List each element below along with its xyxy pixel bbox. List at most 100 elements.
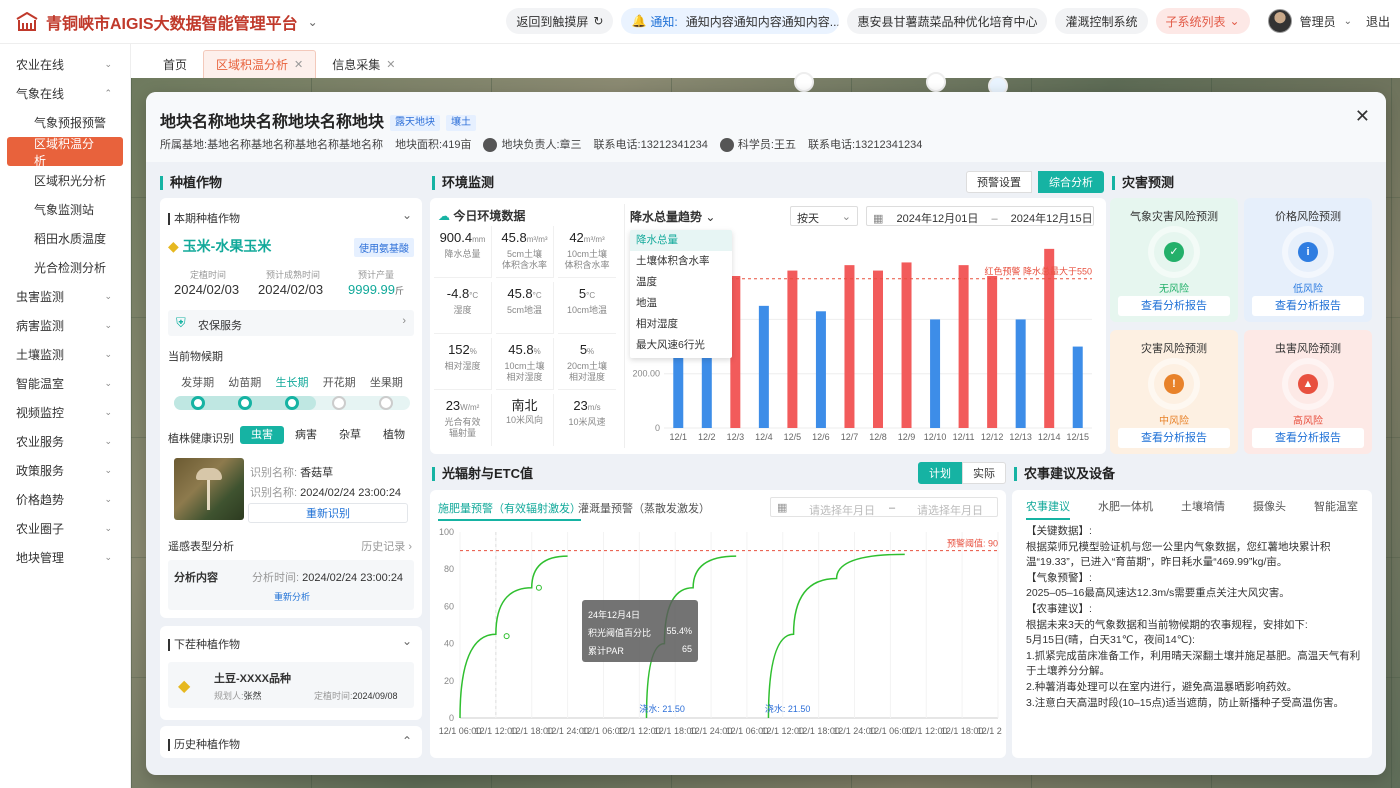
view-report-button[interactable]: 查看分析报告 — [1118, 428, 1230, 448]
chevron-icon: ⌄ — [104, 349, 112, 359]
health-tab[interactable]: 杂草 — [328, 426, 372, 444]
fertilizer-button[interactable]: 使用氨基酸 — [354, 238, 414, 257]
logout-button[interactable]: 退出 — [1366, 13, 1390, 30]
bar[interactable] — [787, 270, 798, 428]
bar[interactable] — [1015, 319, 1026, 428]
period-select[interactable]: 按天 ⌄ — [790, 206, 858, 226]
tab-bar: 首页 区域积温分析 ✕ 信息采集 ✕ — [131, 44, 1400, 78]
map-marker[interactable] — [926, 72, 946, 92]
health-tab[interactable]: 植物 — [372, 426, 416, 444]
dropdown-option[interactable]: 地温 — [630, 293, 732, 314]
sidebar-item[interactable]: 区域积光分析 — [0, 166, 130, 195]
logo[interactable]: 青铜峡市AIGIS大数据智能管理平台 ⌄ — [16, 10, 318, 34]
close-icon[interactable]: ✕ — [294, 58, 303, 71]
data-point[interactable] — [503, 633, 510, 640]
avatar[interactable] — [1267, 9, 1292, 33]
sidebar-item[interactable]: 农业在线 ⌄ — [0, 50, 130, 79]
phase-dot[interactable] — [237, 396, 252, 410]
health-tab[interactable]: 虫害 — [240, 426, 284, 444]
close-icon[interactable]: ✕ — [1355, 106, 1370, 127]
advice-tab[interactable]: 摄像头 — [1253, 498, 1286, 520]
sidebar-item[interactable]: 价格趋势 ⌄ — [0, 485, 130, 514]
date-range-picker[interactable]: ▦ 2024年12月01日 – 2024年12月15日 — [866, 206, 1094, 226]
sidebar-item[interactable]: 地块管理 ⌄ — [0, 543, 130, 572]
subsystem-list-button[interactable]: 子系统列表 ⌄ — [1155, 8, 1250, 34]
sidebar-item[interactable]: 农业圈子 ⌄ — [0, 514, 130, 543]
advice-tab[interactable]: 智能温室 — [1314, 498, 1358, 520]
history-link[interactable]: 历史记录 › — [361, 538, 412, 554]
advice-tab[interactable]: 农事建议 — [1026, 498, 1070, 520]
bar[interactable] — [1072, 346, 1083, 428]
irrigation-system-button[interactable]: 灌溉控制系统 — [1055, 8, 1148, 34]
close-icon[interactable]: ✕ — [386, 58, 395, 71]
chevron-down-icon[interactable]: ⌄ — [308, 15, 318, 29]
sidebar-item[interactable]: 视频监控 ⌄ — [0, 398, 130, 427]
collapse-icon[interactable]: ⌄ — [402, 634, 412, 648]
sidebar-item[interactable]: 稻田水质温度 — [0, 224, 130, 253]
view-report-button[interactable]: 查看分析报告 — [1252, 428, 1364, 448]
tab[interactable]: 区域积温分析 ✕ — [203, 50, 317, 78]
expand-icon[interactable]: ⌃ — [402, 734, 412, 748]
plant-photo[interactable] — [174, 458, 244, 520]
bar[interactable] — [958, 265, 969, 428]
advice-tabs: 农事建议 水肥一体机 土壤墒情 摄像头 智能温室 — [1012, 498, 1372, 520]
bar[interactable] — [758, 305, 769, 428]
advice-tab[interactable]: 土壤墒情 — [1181, 498, 1225, 520]
phase-dot[interactable] — [285, 396, 299, 410]
sidebar-item[interactable]: 农业服务 ⌄ — [0, 427, 130, 456]
tab[interactable]: 信息采集 ✕ — [320, 50, 407, 78]
plan-tab[interactable]: 计划 — [918, 462, 962, 484]
comprehensive-analysis-button[interactable]: 综合分析 — [1038, 171, 1104, 193]
data-point[interactable] — [535, 584, 542, 591]
dropdown-option[interactable]: 温度 — [630, 272, 732, 293]
irrigation-warning-tab[interactable]: 灌溉量预警（蒸散发激发） — [578, 500, 710, 516]
dropdown-option[interactable]: 相对湿度 — [630, 314, 732, 335]
corn-icon: ◆ — [168, 238, 179, 254]
trend-selector[interactable]: 降水总量趋势 ⌄ — [630, 208, 715, 225]
chevron-down-icon[interactable]: ⌄ — [1344, 16, 1352, 27]
bar[interactable] — [873, 270, 883, 428]
corn-icon: ◆ — [178, 678, 191, 695]
sidebar-item[interactable]: 气象监测站 — [0, 195, 130, 224]
re-analyze-link[interactable]: 重新分析 — [274, 590, 310, 603]
actual-tab[interactable]: 实际 — [962, 462, 1006, 484]
sidebar-item[interactable]: 气象预报预警 — [0, 108, 130, 137]
insurance-service-row[interactable]: ⛨ 农保服务 › — [168, 310, 414, 336]
health-tab[interactable]: 病害 — [284, 426, 328, 444]
view-report-button[interactable]: 查看分析报告 — [1252, 296, 1364, 316]
sidebar-item[interactable]: 土壤监测 ⌄ — [0, 340, 130, 369]
org-selector[interactable]: 惠安县甘薯蔬菜品种优化培育中心 — [847, 8, 1048, 34]
collapse-icon[interactable]: ⌄ — [402, 208, 412, 222]
env-cell: 南北 10米风向 — [496, 394, 554, 446]
end-date-input[interactable]: 请选择年月日 — [917, 502, 983, 518]
re-identify-button[interactable]: 重新识别 — [248, 503, 408, 523]
bar[interactable] — [815, 311, 826, 428]
sidebar-item[interactable]: 病害监测 ⌄ — [0, 311, 130, 340]
start-date-input[interactable]: 请选择年月日 — [809, 502, 875, 518]
sidebar-item[interactable]: 智能温室 ⌄ — [0, 369, 130, 398]
map-marker[interactable] — [794, 72, 814, 92]
bar[interactable] — [930, 319, 941, 428]
advice-tab[interactable]: 水肥一体机 — [1098, 498, 1153, 520]
dropdown-option[interactable]: 降水总量 — [630, 230, 732, 251]
sidebar-item[interactable]: 区域积温分析 — [7, 137, 123, 168]
notice-bar[interactable]: 🔔 通知: 通知内容通知内容通知内容... — [621, 8, 840, 34]
sidebar-item[interactable]: 光合检测分析 — [0, 253, 130, 282]
sidebar-item[interactable]: 政策服务 ⌄ — [0, 456, 130, 485]
sidebar-item[interactable]: 虫害监测 ⌄ — [0, 282, 130, 311]
bar[interactable] — [844, 265, 855, 428]
user-name[interactable]: 管理员 — [1300, 13, 1336, 30]
back-to-touchscreen-button[interactable]: 返回到触摸屏 ↻ — [506, 8, 614, 34]
calendar-icon: ▦ — [777, 502, 788, 514]
bar[interactable] — [901, 262, 912, 428]
sidebar-item[interactable]: 气象在线 ⌃ — [0, 79, 130, 108]
dropdown-option[interactable]: 最大风速6行光 — [630, 335, 732, 356]
bar[interactable] — [987, 276, 998, 428]
date-range-input[interactable]: ▦ 请选择年月日 – 请选择年月日 — [770, 497, 998, 517]
warning-settings-button[interactable]: 预警设置 — [966, 171, 1032, 193]
dropdown-option[interactable]: 土壤体积含水率 — [630, 251, 732, 272]
tab[interactable]: 首页 — [151, 50, 199, 78]
fertilizer-warning-tab[interactable]: 施肥量预警（有效辐射激发） — [438, 500, 581, 521]
phase-dot[interactable] — [190, 396, 205, 410]
view-report-button[interactable]: 查看分析报告 — [1118, 296, 1230, 316]
